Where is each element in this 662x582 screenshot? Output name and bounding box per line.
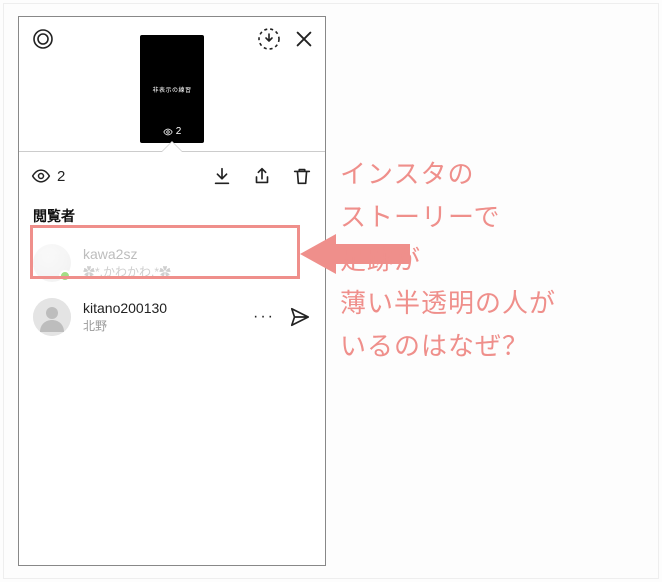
viewer-username: kitano200130 — [83, 300, 241, 317]
viewer-displayname: 北野 — [83, 319, 241, 335]
online-indicator — [59, 270, 71, 282]
settings-icon[interactable] — [31, 27, 55, 51]
avatar — [33, 298, 71, 336]
story-caption: 非表示の練習 — [152, 85, 191, 94]
thumbnail-pointer — [162, 142, 182, 152]
annotation-line: いるのはなぜ？ — [340, 325, 556, 368]
view-count: 2 — [31, 166, 65, 186]
viewer-row[interactable]: kitano200130 北野 ··· — [19, 290, 325, 344]
viewer-toolbar: 2 — [19, 152, 325, 200]
story-views-overlay: 2 — [163, 126, 182, 137]
send-icon[interactable] — [289, 306, 311, 328]
annotation-line: 足跡が — [340, 239, 556, 282]
viewer-row[interactable]: kawa2sz ✿*.かわかわ.*✿ — [19, 236, 325, 290]
share-icon[interactable] — [251, 165, 273, 187]
viewer-username: kawa2sz — [83, 246, 311, 263]
view-count-number: 2 — [57, 168, 65, 185]
save-icon[interactable] — [257, 27, 281, 51]
viewers-heading: 閲覧者 — [19, 200, 325, 236]
download-icon[interactable] — [211, 165, 233, 187]
close-icon[interactable] — [293, 28, 315, 50]
phone-frame: 非表示の練習 2 2 — [18, 16, 326, 566]
annotation-line: インスタの — [340, 153, 556, 196]
eye-icon — [31, 166, 51, 186]
annotation-text: インスタの ストーリーで 足跡が 薄い半透明の人が いるのはなぜ？ — [340, 153, 556, 367]
more-icon[interactable]: ··· — [253, 308, 275, 326]
story-header: 非表示の練習 2 — [19, 17, 325, 152]
story-thumbnail[interactable]: 非表示の練習 2 — [140, 35, 204, 143]
annotation-line: 薄い半透明の人が — [340, 282, 556, 325]
story-view-count: 2 — [176, 126, 182, 137]
viewer-displayname: ✿*.かわかわ.*✿ — [83, 265, 311, 281]
annotation-line: ストーリーで — [340, 196, 556, 239]
trash-icon[interactable] — [291, 165, 313, 187]
avatar — [33, 244, 71, 282]
